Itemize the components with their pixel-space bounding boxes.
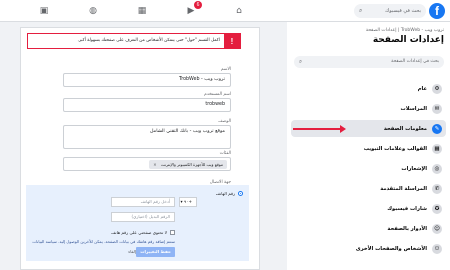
categories-label: الفئات (219, 151, 231, 156)
no-phone-label: لا تحتوي صفحتي على رقم هاتف (111, 230, 167, 235)
country-code-select[interactable]: +٩٠ ▾ (179, 197, 197, 207)
badge-icon: ✪ (432, 203, 442, 214)
gaming-icon[interactable]: ▣ (36, 3, 52, 19)
chevron-down-icon: ▾ (180, 199, 183, 204)
incomplete-about-alert: ! اكمل القسم "حول" حتى يتمكن الأشخاص من … (27, 33, 241, 49)
sidebar-item-label: معلومات الصفحة (383, 125, 427, 132)
sidebar-item-facebook-badges[interactable]: ✪ شارات فيسبوك (291, 200, 446, 217)
settings-search-input[interactable]: بحث في إعدادات الصفحة ⌕ (294, 56, 444, 68)
globe-icon: ◎ (432, 163, 442, 174)
save-changes-button[interactable]: حفظ التغييرات (136, 247, 175, 257)
no-phone-checkbox[interactable] (170, 230, 175, 235)
name-field[interactable]: تروب ويب - TrobWeb (63, 73, 231, 87)
category-chip-label: موقع ويب للأجهزة الكمبيوتر والإنترنت (160, 162, 223, 167)
breadcrumb[interactable]: تروب ويب - TrobWeb | إعدادات الصفحة (366, 28, 444, 33)
person-icon: ☺ (432, 223, 442, 234)
sidebar-item-general[interactable]: ⚙ عام (291, 80, 446, 97)
contact-section: رقم الهاتف +٩٠ ▾ أدخل رقم الهاتف الرقم ا… (26, 185, 249, 261)
alert-message: اكمل القسم "حول" حتى يتمكن الأشخاص من ال… (77, 38, 220, 43)
search-placeholder: بحث في فيسبوك (385, 8, 421, 14)
gear-icon: ⚙ (432, 83, 442, 94)
phone-number-input[interactable]: أدخل رقم الهاتف (111, 197, 175, 207)
phone-label: رقم الهاتف (215, 191, 235, 196)
top-navigation-bar: f بحث في فيسبوك ⌕ ⌂ ▶ 6 ▦ ◍ ▣ (0, 0, 450, 22)
sidebar-item-advanced-messaging[interactable]: ✆ المراسلة المتقدمة (291, 180, 446, 197)
phone-radio[interactable] (238, 191, 243, 196)
alternate-number-input[interactable]: الرقم البديل (اختياري) (111, 212, 175, 222)
notification-badge: 6 (194, 1, 202, 9)
watch-icon[interactable]: ▶ 6 (183, 1, 202, 19)
sidebar-item-label: عام (417, 85, 427, 92)
page-info-form: ! اكمل القسم "حول" حتى يتمكن الأشخاص من … (20, 27, 260, 270)
sidebar-item-label: الأدوار بالصفحة (387, 225, 427, 232)
chat-icon: ✉ (432, 103, 442, 114)
sidebar-item-label: المراسلات (400, 105, 427, 112)
marketplace-icon[interactable]: ▦ (134, 3, 150, 19)
sidebar-item-label: شارات فيسبوك (387, 205, 427, 212)
sidebar-item-label: القوالب وعلامات التبويب (363, 145, 427, 152)
remove-category-icon[interactable]: ✕ (153, 162, 156, 167)
page-settings-sidebar: تروب ويب - TrobWeb | إعدادات الصفحة إعدا… (287, 22, 450, 270)
description-label: الوصف (218, 119, 231, 124)
sidebar-item-people-other-pages[interactable]: ⚇ الأشخاص والصفحات الأخرى (291, 240, 446, 257)
messenger-icon: ✆ (432, 183, 442, 194)
page-title: إعدادات الصفحة (372, 35, 444, 45)
description-field[interactable]: موقع تروب ويب - بانك التقني الشامل (63, 125, 231, 149)
sidebar-item-label: الإشعارات (401, 165, 427, 172)
facebook-logo[interactable]: f (429, 3, 445, 19)
cancel-button[interactable]: إلغاء (125, 247, 139, 257)
people-icon: ⚇ (432, 243, 442, 254)
settings-search-placeholder: بحث في إعدادات الصفحة (391, 59, 439, 64)
pencil-icon: ✎ (432, 123, 442, 134)
category-chip: موقع ويب للأجهزة الكمبيوتر والإنترنت ✕ (149, 160, 227, 169)
username-field[interactable]: trobweb (63, 98, 231, 112)
annotation-arrow-right (293, 125, 346, 133)
warning-icon: ! (224, 34, 240, 49)
sidebar-item-label: المراسلة المتقدمة (380, 185, 427, 192)
facebook-search-input[interactable]: بحث في فيسبوك ⌕ (354, 4, 426, 18)
sidebar-item-templates-tabs[interactable]: ▦ القوالب وعلامات التبويب (291, 140, 446, 157)
sidebar-item-messaging[interactable]: ✉ المراسلات (291, 100, 446, 117)
sidebar-item-page-roles[interactable]: ☺ الأدوار بالصفحة (291, 220, 446, 237)
search-icon: ⌕ (359, 7, 363, 14)
search-icon: ⌕ (299, 59, 303, 65)
groups-icon[interactable]: ◍ (85, 3, 101, 19)
sidebar-item-label: الأشخاص والصفحات الأخرى (355, 245, 427, 252)
grid-icon: ▦ (432, 143, 442, 154)
home-icon[interactable]: ⌂ (231, 3, 247, 19)
categories-field[interactable]: موقع ويب للأجهزة الكمبيوتر والإنترنت ✕ (63, 157, 231, 171)
data-policy-notice[interactable]: ستتم إضافة رقم هاتفك في بيانات الصفحة. ي… (32, 239, 175, 244)
name-label: الاسم (220, 67, 231, 72)
sidebar-item-notifications[interactable]: ◎ الإشعارات (291, 160, 446, 177)
username-label: اسم المستخدم (204, 92, 231, 97)
country-code-value: +٩٠ (183, 199, 192, 204)
